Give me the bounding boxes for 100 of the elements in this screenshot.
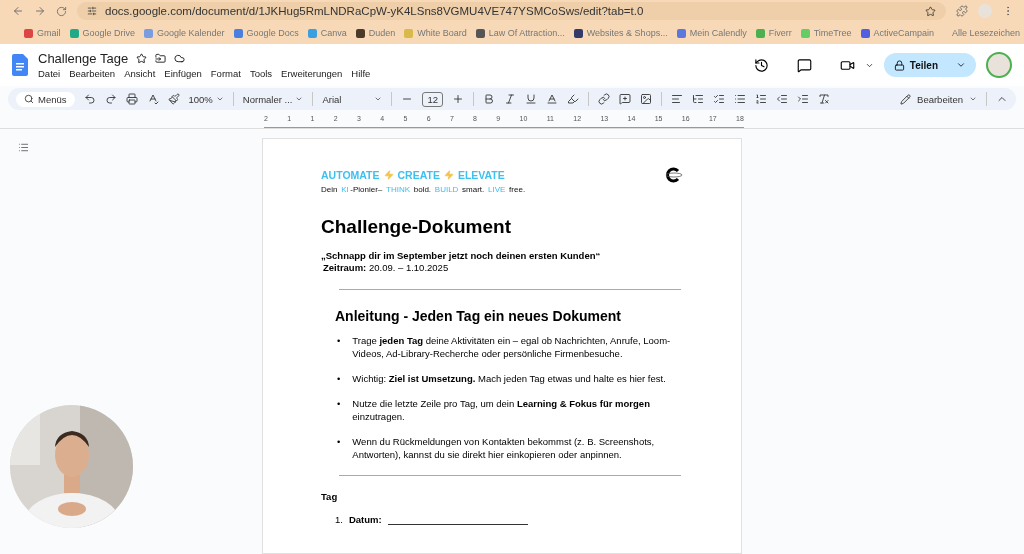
tagline-text: BUILD <box>434 185 459 194</box>
print-icon[interactable] <box>125 93 138 105</box>
docs-logo-icon[interactable] <box>12 54 28 76</box>
caret-icon <box>374 95 383 103</box>
bookmark[interactable]: Mein Calendly <box>676 28 747 38</box>
section-heading: Anleitung - Jeden Tag ein neues Dokument <box>335 308 622 324</box>
caret-icon <box>215 95 224 103</box>
all-bookmarks[interactable]: Alle Lesezeichen <box>952 28 1021 38</box>
style-select[interactable]: Normaler ... <box>242 93 304 105</box>
bookmark[interactable]: Google Docs <box>233 28 299 38</box>
align-icon[interactable] <box>671 93 684 105</box>
bullet-marker: • <box>337 372 341 385</box>
move-folder-icon[interactable] <box>155 53 167 64</box>
highlight-icon[interactable] <box>567 93 580 105</box>
add-comment-icon[interactable] <box>619 93 632 105</box>
slogan-word: AUTOMATE <box>321 169 380 181</box>
menu-search-field[interactable]: Menüs <box>16 91 75 107</box>
italic-icon[interactable] <box>504 93 517 105</box>
star-icon[interactable] <box>136 53 148 64</box>
bullet-text: Wichtig: Ziel ist Umsetzung. Mach jeden Tag etwas und halte es hier fest. <box>352 372 666 385</box>
bullet-text: Nutze die letzte Zeile pro Tag, um dein Learning & Fokus für morgen einzutragen. <box>352 397 651 423</box>
quote: „Schnapp dir im September jetzt noch deinen ersten Kunden“ <box>321 250 602 261</box>
comment-icon[interactable] <box>796 57 812 73</box>
list-number: 1. <box>335 514 343 525</box>
tagline-text: LIVE <box>488 185 506 194</box>
menu-item[interactable]: Ansicht <box>124 68 156 79</box>
menu-item[interactable]: Format <box>210 68 241 79</box>
extensions-icon[interactable] <box>956 5 968 17</box>
undo-icon[interactable] <box>83 93 96 105</box>
menu-item[interactable]: Erweiterungen <box>281 68 343 79</box>
menu-item[interactable]: Bearbeiten <box>69 68 116 79</box>
share-button[interactable]: Teilen <box>883 53 976 77</box>
document-title[interactable]: Challenge Tage <box>38 51 129 66</box>
address-bar[interactable]: docs.google.com/document/d/1JKHug5RmLNDRaCpW-yK4LSns8VGMU4VE747YSMCoSws/edit?tab=t.0 <box>77 2 946 20</box>
lightning-icon <box>383 170 394 180</box>
slogan-word: ELEVATE <box>457 169 505 181</box>
site-settings-icon[interactable] <box>87 6 97 16</box>
lock-icon <box>893 59 905 71</box>
increase-size-icon[interactable] <box>452 93 465 105</box>
menu-item[interactable]: Datei <box>38 68 61 79</box>
document-title-heading: Challenge-Dokument <box>321 216 513 238</box>
tagline-text: KI <box>341 185 349 194</box>
tagline-text: free. <box>508 185 526 194</box>
indent-decrease-icon[interactable] <box>776 93 789 105</box>
line-spacing-icon[interactable] <box>692 93 705 105</box>
bullet-marker: • <box>337 334 341 348</box>
bookmark[interactable]: Gmail <box>24 28 61 38</box>
bookmark[interactable]: Law Of Attraction... <box>475 28 565 38</box>
text-color-icon[interactable] <box>546 93 559 105</box>
bookmark[interactable]: Google Drive <box>69 28 136 38</box>
bookmark[interactable]: Duden <box>355 28 396 38</box>
reload-icon[interactable] <box>56 5 67 17</box>
caret-icon[interactable] <box>956 60 966 70</box>
date-label: Datum: <box>348 514 382 525</box>
bookmark[interactable]: Canva <box>307 28 347 38</box>
period-text: Zeitraum: 20.09. – 1.10.2025 <box>322 262 450 273</box>
outline-icon[interactable] <box>18 142 29 153</box>
bookmark[interactable]: Google Kalender <box>144 28 225 38</box>
bullet-list-icon[interactable] <box>734 93 747 105</box>
bullet-marker: • <box>337 397 341 411</box>
paint-format-icon[interactable] <box>167 93 180 105</box>
menu-item[interactable]: Einfügen <box>164 68 202 79</box>
profile-avatar[interactable] <box>986 52 1012 78</box>
lightning-icon <box>443 170 454 180</box>
cloud-icon[interactable] <box>174 53 186 64</box>
bullet-text: Trage jeden Tag deine Aktivitäten ein – egal ob Nachrichten, Anrufe, Loom-Videos, Ad-Library-Recherche oder persönliche Firmenbesuche. <box>352 334 672 360</box>
numbered-list-icon[interactable] <box>755 93 768 105</box>
bookmark[interactable]: TimeTree <box>800 28 852 38</box>
day-heading: Tag <box>321 491 339 502</box>
redo-icon[interactable] <box>104 93 117 105</box>
tagline-text: -Pionier– <box>350 185 384 194</box>
pencil-icon <box>900 93 912 105</box>
bookmark[interactable]: Fiverr <box>755 28 792 38</box>
menu-item[interactable]: Hilfe <box>351 68 371 79</box>
editing-mode-select[interactable]: Bearbeiten <box>900 93 977 105</box>
bookmark[interactable]: ActiveCampain <box>860 28 935 38</box>
caret-icon <box>295 95 304 103</box>
bold-icon[interactable] <box>483 93 496 105</box>
underline-icon[interactable] <box>525 93 538 105</box>
font-size-field[interactable]: 12 <box>422 91 444 107</box>
clear-formatting-icon[interactable] <box>818 93 831 105</box>
font-select[interactable]: Arial <box>322 93 383 105</box>
bullet-text: Wenn du Rückmeldungen von Kontakten bekommst (z. B. Screenshots, Antworten), kannst du sie direkt hier einkopieren oder anpinnen. <box>352 435 656 461</box>
search-icon <box>24 94 34 104</box>
menu-item[interactable]: Tools <box>249 68 273 79</box>
caret-icon <box>969 95 977 103</box>
checklist-icon[interactable] <box>713 93 726 105</box>
bookmark[interactable]: White Board <box>404 28 467 38</box>
tagline-text: Dein <box>321 185 339 194</box>
bookmark-star-icon[interactable] <box>925 5 936 17</box>
history-icon[interactable] <box>753 57 769 73</box>
zoom-select[interactable]: 100% <box>188 93 224 105</box>
indent-increase-icon[interactable] <box>797 93 810 105</box>
image-icon[interactable] <box>640 93 653 105</box>
bullet-marker: • <box>337 435 341 449</box>
link-icon[interactable] <box>598 93 611 105</box>
tagline-text: bold. <box>412 185 433 194</box>
bookmark[interactable]: Websites & Shops... <box>573 28 668 38</box>
tagline-text: smart. <box>461 185 486 194</box>
logo-icon <box>665 167 683 183</box>
